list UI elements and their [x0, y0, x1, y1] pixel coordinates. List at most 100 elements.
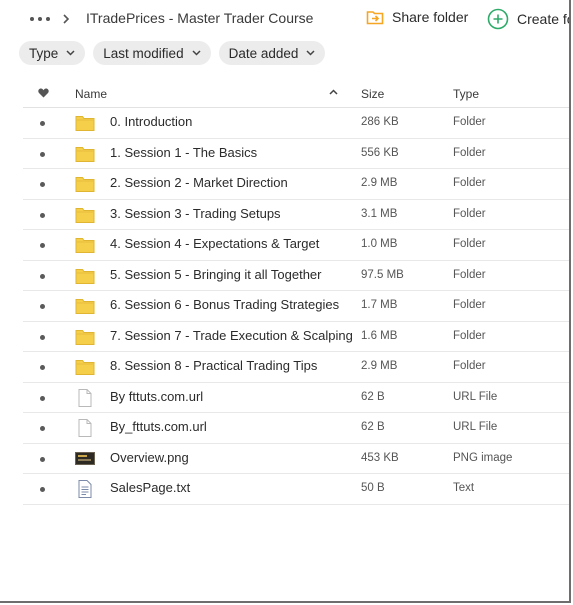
filter-date-added[interactable]: Date added [218, 41, 326, 65]
file-size: 286 KB [361, 116, 399, 128]
file-type: Folder [453, 177, 486, 189]
folder-icon [75, 267, 95, 285]
breadcrumb-current-folder[interactable]: ITradePrices - Master Trader Course [86, 10, 313, 26]
file-row-12[interactable]: SalesPage.txt 50 B Text [23, 474, 569, 505]
file-type: Folder [453, 146, 486, 159]
file-type: URL File [453, 421, 498, 433]
folder-icon [75, 297, 95, 315]
favorite-toggle[interactable] [40, 456, 45, 462]
file-name[interactable]: 2. Session 2 - Market Direction [110, 175, 288, 190]
file-row-9[interactable]: By fttuts.com.url 62 B URL File [23, 383, 569, 413]
file-size: 1.0 MB [361, 238, 398, 250]
create-folder-button[interactable]: Create fo [487, 8, 571, 30]
file-type: Folder [453, 299, 486, 311]
file-icon [75, 419, 95, 437]
column-header-name[interactable]: Name [75, 87, 107, 101]
favorite-toggle[interactable] [40, 426, 45, 431]
chevron-up-icon[interactable] [329, 89, 338, 95]
favorite-toggle[interactable] [40, 365, 45, 370]
file-name[interactable]: 5. Session 5 - Bringing it all Together [110, 267, 322, 282]
folder-icon [75, 114, 95, 132]
more-horizontal-icon[interactable] [30, 10, 50, 28]
file-row-10[interactable]: By_fttuts.com.url 62 B URL File [23, 413, 569, 444]
file-name[interactable]: 4. Session 4 - Expectations & Target [110, 236, 319, 251]
file-size: 3.1 MB [361, 207, 398, 220]
chevron-right-icon [63, 14, 70, 24]
plus-circle-icon [487, 8, 509, 30]
file-row-11[interactable]: Overview.png 453 KB PNG image [23, 444, 569, 474]
file-size: 2.9 MB [361, 360, 398, 372]
folder-icon [75, 328, 95, 346]
top-bar: ITradePrices - Master Trader Course Shar… [0, 0, 569, 38]
table-header: Name Size Type [23, 80, 569, 108]
filter-bar: Type Last modified Date added [19, 41, 326, 65]
filter-type-label: Type [29, 45, 59, 61]
create-folder-label: Create fo [517, 11, 571, 27]
favorite-toggle[interactable] [40, 304, 45, 309]
file-name[interactable]: 0. Introduction [110, 114, 192, 129]
file-name[interactable]: By fttuts.com.url [110, 389, 203, 404]
file-row-1[interactable]: 1. Session 1 - The Basics 556 KB Folder [23, 139, 569, 169]
text-file-icon [75, 480, 95, 498]
file-type: Folder [453, 238, 486, 250]
file-row-7[interactable]: 7. Session 7 - Trade Execution & Scalpin… [23, 322, 569, 352]
file-row-0[interactable]: 0. Introduction 286 KB Folder [23, 108, 569, 139]
folder-icon [75, 145, 95, 163]
chevron-down-icon [306, 50, 315, 56]
file-name[interactable]: 6. Session 6 - Bonus Trading Strategies [110, 297, 339, 312]
image-thumbnail-icon [75, 450, 95, 468]
file-name[interactable]: 1. Session 1 - The Basics [110, 145, 257, 160]
file-row-6[interactable]: 6. Session 6 - Bonus Trading Strategies … [23, 291, 569, 322]
column-header-type[interactable]: Type [453, 87, 479, 101]
favorite-toggle[interactable] [40, 121, 45, 126]
file-name[interactable]: Overview.png [110, 450, 189, 465]
favorite-toggle[interactable] [40, 212, 45, 218]
favorite-toggle[interactable] [40, 182, 45, 187]
filter-type[interactable]: Type [19, 41, 86, 65]
file-type: Folder [453, 116, 486, 128]
file-list: 0. Introduction 286 KB Folder 1. Session… [23, 108, 569, 505]
favorite-toggle[interactable] [40, 243, 45, 248]
column-header-size[interactable]: Size [361, 87, 384, 101]
share-folder-icon [366, 11, 384, 25]
file-type: Text [453, 482, 475, 494]
file-size: 2.9 MB [361, 177, 398, 189]
window-frame: ITradePrices - Master Trader Course Shar… [0, 0, 571, 603]
filter-date-added-label: Date added [228, 45, 299, 61]
file-row-3[interactable]: 3. Session 3 - Trading Setups 3.1 MB Fol… [23, 200, 569, 230]
file-row-2[interactable]: 2. Session 2 - Market Direction 2.9 MB F… [23, 169, 569, 200]
favorite-toggle[interactable] [40, 334, 45, 340]
file-size: 62 B [361, 390, 385, 403]
file-size: 50 B [361, 482, 385, 494]
folder-icon [75, 206, 95, 224]
favorite-toggle[interactable] [40, 151, 45, 157]
file-name[interactable]: 8. Session 8 - Practical Trading Tips [110, 358, 317, 373]
file-table: Name Size Type 0. Introduction 286 KB Fo… [23, 80, 569, 505]
file-name[interactable]: SalesPage.txt [110, 480, 190, 495]
folder-icon [75, 175, 95, 193]
filter-last-modified[interactable]: Last modified [93, 41, 211, 65]
file-type: PNG image [453, 451, 513, 464]
file-type: Folder [453, 268, 486, 281]
filter-last-modified-label: Last modified [103, 45, 184, 61]
file-size: 556 KB [361, 146, 399, 159]
favorite-toggle[interactable] [40, 273, 45, 279]
file-name[interactable]: 7. Session 7 - Trade Execution & Scalpin… [110, 328, 353, 343]
chevron-down-icon [66, 50, 75, 56]
file-size: 62 B [361, 421, 385, 433]
favorite-toggle[interactable] [40, 487, 45, 492]
file-row-8[interactable]: 8. Session 8 - Practical Trading Tips 2.… [23, 352, 569, 383]
share-folder-button[interactable]: Share folder [366, 8, 468, 26]
file-size: 453 KB [361, 451, 399, 464]
file-name[interactable]: By_fttuts.com.url [110, 419, 207, 434]
file-size: 1.6 MB [361, 329, 398, 342]
folder-icon [75, 236, 95, 254]
file-name[interactable]: 3. Session 3 - Trading Setups [110, 206, 281, 221]
favorite-toggle[interactable] [40, 395, 45, 401]
file-size: 1.7 MB [361, 299, 398, 311]
file-row-4[interactable]: 4. Session 4 - Expectations & Target 1.0… [23, 230, 569, 261]
heart-icon[interactable] [38, 88, 49, 98]
file-type: Folder [453, 329, 486, 342]
file-type: Folder [453, 207, 486, 220]
file-row-5[interactable]: 5. Session 5 - Bringing it all Together … [23, 261, 569, 291]
